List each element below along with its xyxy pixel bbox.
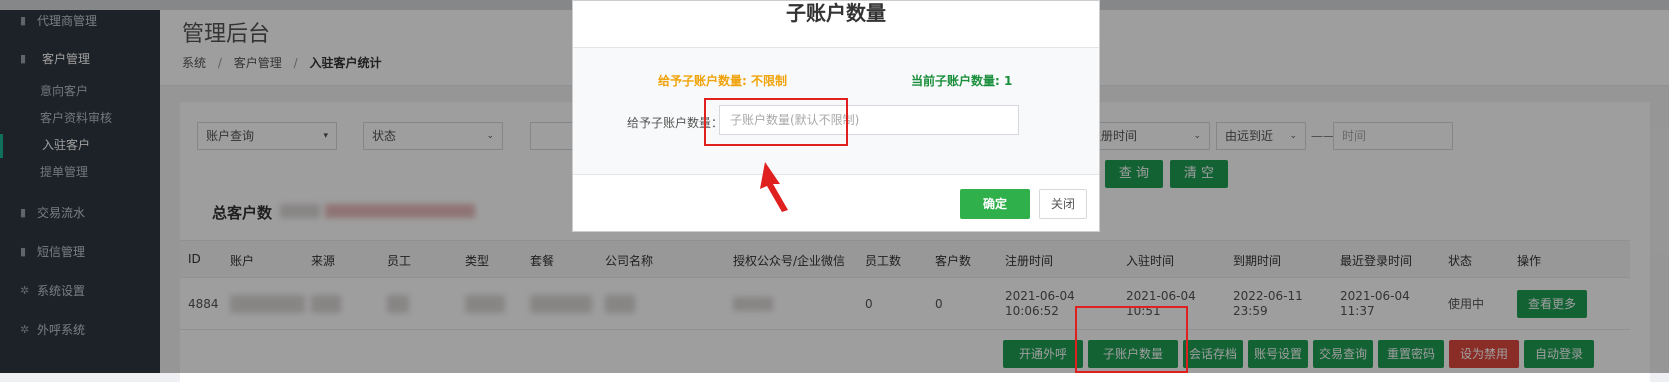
close-button[interactable]: 关闭 — [1039, 189, 1087, 219]
red-arrow-icon — [760, 162, 788, 212]
modal-header: 子账户数量 — [573, 1, 1099, 48]
highlight-box-button — [1075, 306, 1188, 373]
modal-title: 子账户数量 — [786, 1, 886, 25]
highlight-box-input — [704, 98, 848, 146]
current-sub-accounts-label: 当前子账户数量: 1 — [911, 74, 1013, 88]
confirm-button[interactable]: 确定 — [960, 189, 1030, 219]
given-sub-accounts-label: 给予子账户数量: 不限制 — [658, 74, 787, 88]
